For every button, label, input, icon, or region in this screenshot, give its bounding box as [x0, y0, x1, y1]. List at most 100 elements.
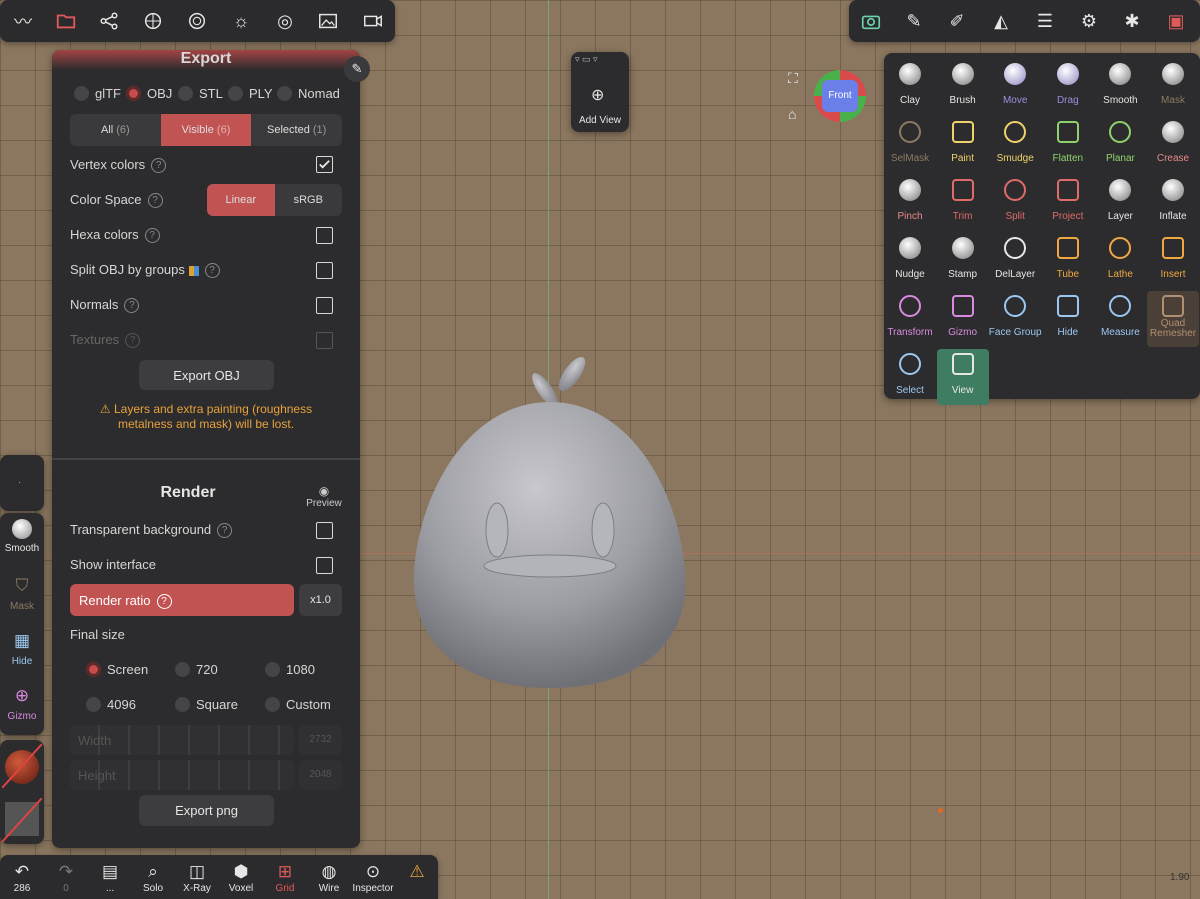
camera-icon[interactable]	[856, 6, 886, 36]
tool-tube[interactable]: Tube	[1042, 233, 1094, 289]
bottom-button-solo[interactable]: ⌕ Solo	[131, 861, 175, 894]
light-icon[interactable]: ☼	[226, 6, 256, 36]
tool-clay[interactable]: Clay	[884, 59, 936, 115]
tool-split[interactable]: Split	[989, 175, 1041, 231]
bottom-button-inspector[interactable]: ⊙ Inspector	[351, 861, 395, 894]
tool-layer[interactable]: Layer	[1094, 175, 1146, 231]
tool-paint[interactable]: Paint	[937, 117, 989, 173]
bottom-button-voxel[interactable]: ⬢ Voxel	[219, 861, 263, 894]
scope-all-button[interactable]: All (6)	[70, 114, 161, 146]
settings-icon[interactable]: ⚙	[1074, 6, 1104, 36]
linear-button[interactable]: Linear	[207, 184, 275, 216]
scope-selected-button[interactable]: Selected (1)	[251, 114, 342, 146]
size-radio-720[interactable]	[175, 662, 190, 677]
tool-crease[interactable]: Crease	[1147, 117, 1199, 173]
bottom-button-warning[interactable]: ⚠	[395, 861, 439, 883]
background-image-icon[interactable]	[313, 6, 343, 36]
symmetry-icon[interactable]: ◭	[986, 6, 1016, 36]
tool-measure[interactable]: Measure	[1094, 291, 1146, 347]
tool-project[interactable]: Project	[1042, 175, 1094, 231]
size-radio-4096[interactable]	[86, 697, 101, 712]
format-radio-stl[interactable]	[178, 86, 193, 101]
tool-smudge[interactable]: Smudge	[989, 117, 1041, 173]
tool-drag[interactable]: Drag	[1042, 59, 1094, 115]
pin-icon[interactable]: ✎	[344, 56, 370, 82]
video-icon[interactable]	[358, 6, 388, 36]
tool-view[interactable]: View	[936, 349, 989, 405]
debug-icon[interactable]: ✱	[1117, 6, 1147, 36]
help-icon[interactable]: ?	[204, 263, 220, 279]
srgb-button[interactable]: sRGB	[275, 184, 343, 216]
fullscreen-icon[interactable]: ⛶	[788, 70, 798, 87]
format-radio-nomad[interactable]	[277, 86, 292, 101]
left-tool-gizmo[interactable]: ⊕ Gizmo	[0, 685, 44, 722]
bottom-button-0[interactable]: ↷ 0	[44, 861, 88, 894]
stroke-icon[interactable]: ✐	[942, 6, 972, 36]
format-radio-obj[interactable]	[126, 86, 141, 101]
tool-smooth[interactable]: Smooth	[1094, 59, 1146, 115]
help-icon[interactable]: ?	[156, 594, 172, 610]
sculpt-model[interactable]	[400, 350, 700, 695]
camera-lens-icon[interactable]: ◎	[270, 6, 300, 36]
more-icon[interactable]: ·	[18, 477, 21, 488]
add-view-label[interactable]: Add View	[571, 115, 629, 126]
tool-mask[interactable]: Mask	[1147, 59, 1199, 115]
format-radio-gltf[interactable]	[74, 86, 89, 101]
tool-hide[interactable]: Hide	[1042, 291, 1094, 347]
tool-face-group[interactable]: Face Group	[989, 291, 1042, 347]
view-widget-header-icons[interactable]: ▿ ▭ ▿	[575, 54, 625, 65]
folder-icon[interactable]	[51, 6, 81, 36]
scope-visible-button[interactable]: Visible (6)	[160, 114, 252, 146]
tool-selmask[interactable]: SelMask	[884, 117, 936, 173]
home-icon[interactable]: ⌂	[788, 106, 796, 122]
shading-icon[interactable]	[182, 6, 212, 36]
tool-dellayer[interactable]: DelLayer	[989, 233, 1041, 289]
tool-trim[interactable]: Trim	[937, 175, 989, 231]
preview-button[interactable]: ◉ Preview	[302, 484, 346, 509]
layers-icon[interactable]: ☰	[1030, 6, 1060, 36]
scene-tree-icon[interactable]	[94, 6, 124, 36]
tool-nudge[interactable]: Nudge	[884, 233, 936, 289]
brush-icon[interactable]: 〰	[8, 6, 38, 36]
orientation-cube[interactable]: Front	[814, 70, 866, 122]
size-radio-custom[interactable]	[265, 697, 280, 712]
bottom-button-x-ray[interactable]: ◫ X-Ray	[175, 861, 219, 894]
bottom-button--[interactable]: ▤...	[88, 861, 132, 894]
tool-transform[interactable]: Transform	[884, 291, 936, 347]
tool-quad-remesher[interactable]: Quad Remesher	[1147, 291, 1199, 347]
left-tool-mask[interactable]: ⛉ Mask	[0, 575, 44, 612]
normals-checkbox[interactable]	[316, 297, 333, 314]
tool-inflate[interactable]: Inflate	[1147, 175, 1199, 231]
tool-move[interactable]: Move	[989, 59, 1041, 115]
show-interface-checkbox[interactable]	[316, 557, 333, 574]
tool-pinch[interactable]: Pinch	[884, 175, 936, 231]
left-tool-smooth[interactable]: Smooth	[0, 519, 44, 554]
tool-select[interactable]: Select	[884, 349, 936, 405]
size-radio-1080[interactable]	[265, 662, 280, 677]
export-obj-button[interactable]: Export OBJ	[139, 360, 274, 390]
tool-stamp[interactable]: Stamp	[937, 233, 989, 289]
bottom-button-286[interactable]: ↶ 286	[0, 861, 44, 894]
material-icon[interactable]	[138, 6, 168, 36]
bottom-button-grid[interactable]: ⊞ Grid	[263, 861, 307, 894]
transparent-bg-checkbox[interactable]	[316, 522, 333, 539]
help-icon[interactable]: ?	[124, 298, 140, 314]
help-icon[interactable]: ?	[144, 228, 160, 244]
help-icon[interactable]: ?	[217, 523, 233, 539]
size-radio-square[interactable]	[175, 697, 190, 712]
tool-flatten[interactable]: Flatten	[1042, 117, 1094, 173]
help-icon[interactable]: ?	[151, 158, 167, 174]
tool-insert[interactable]: Insert	[1147, 233, 1199, 289]
tool-brush[interactable]: Brush	[937, 59, 989, 115]
vertex-colors-checkbox[interactable]	[316, 156, 333, 173]
hexa-colors-checkbox[interactable]	[316, 227, 333, 244]
format-radio-ply[interactable]	[228, 86, 243, 101]
render-ratio-slider[interactable]: Render ratio?	[70, 584, 294, 616]
help-icon[interactable]: ?	[147, 193, 163, 209]
left-tool-hide[interactable]: ▦ Hide	[0, 630, 44, 667]
split-obj-checkbox[interactable]	[316, 262, 333, 279]
tool-lathe[interactable]: Lathe	[1094, 233, 1146, 289]
tool-planar[interactable]: Planar	[1094, 117, 1146, 173]
render-ratio-value[interactable]: x1.0	[299, 584, 342, 616]
size-radio-screen[interactable]	[86, 662, 101, 677]
